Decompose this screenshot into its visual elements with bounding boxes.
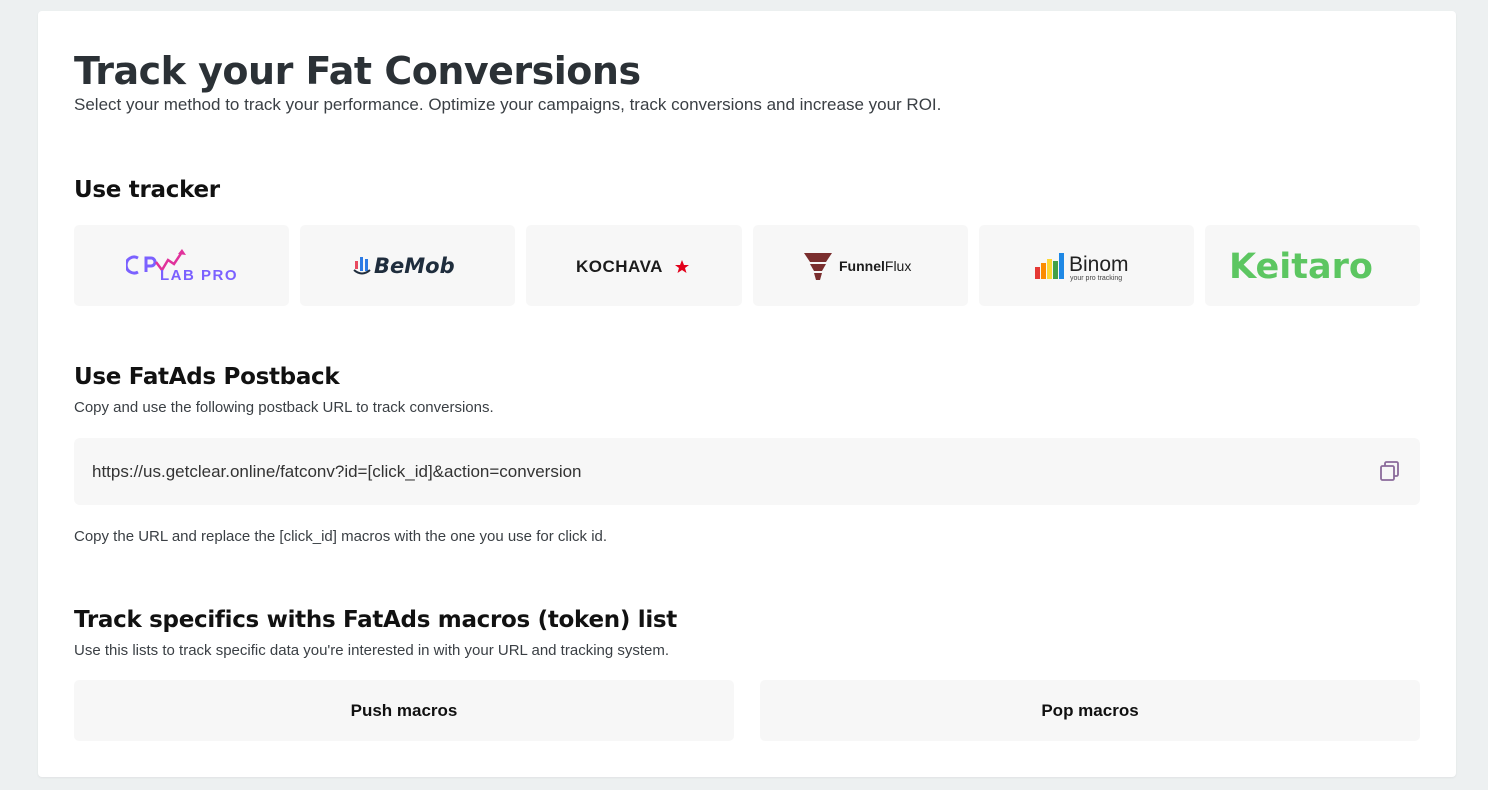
- svg-text:FunnelFlux: FunnelFlux: [839, 258, 911, 274]
- kochava-logo-text: KOCHAVA: [576, 257, 663, 276]
- postback-note: Copy the URL and replace the [click_id] …: [74, 528, 608, 545]
- postback-description: Copy and use the following postback URL …: [74, 399, 494, 416]
- cpvlab-logo-text: LAB PRO: [160, 267, 238, 284]
- page-title: Track your Fat Conversions: [74, 49, 641, 93]
- tracker-keitaro[interactable]: Keitaro: [1204, 225, 1421, 306]
- tracker-funnelflux[interactable]: FunnelFlux: [752, 225, 968, 306]
- funnelflux-logo: FunnelFlux: [804, 252, 911, 280]
- binom-logo-tagline: your pro tracking: [1070, 275, 1122, 282]
- binom-logo-text: Binom: [1069, 253, 1129, 276]
- tracker-kochava[interactable]: KOCHAVA: [526, 225, 742, 306]
- funnelflux-logo-light: Flux: [885, 258, 911, 274]
- page-subtitle: Select your method to track your perform…: [74, 95, 942, 114]
- postback-url-box[interactable]: https://us.getclear.online/fatconv?id=[c…: [74, 438, 1420, 505]
- bemob-logo: BeMob: [353, 254, 455, 278]
- postback-url[interactable]: https://us.getclear.online/fatconv?id=[c…: [92, 462, 582, 482]
- copy-button[interactable]: [1378, 459, 1402, 483]
- binom-logo: Binom your pro tracking: [1035, 252, 1129, 282]
- tracker-bemob[interactable]: BeMob: [300, 225, 516, 306]
- kochava-logo: KOCHAVA: [576, 257, 689, 276]
- star-icon: [674, 259, 689, 273]
- macros-description: Use this lists to track specific data yo…: [74, 642, 670, 659]
- macros-title: Track specifics withs FatAds macros (tok…: [74, 607, 677, 633]
- tracker-list: LAB PRO BeMob KOCHAVA FunnelFlux Binom y…: [74, 225, 1421, 306]
- keitaro-logo: Keitaro: [1229, 247, 1373, 287]
- postback-title: Use FatAds Postback: [74, 364, 340, 390]
- pop-macros-button[interactable]: Pop macros: [760, 680, 1420, 741]
- cpvlab-logo: LAB PRO: [125, 248, 238, 284]
- copy-icon: [1380, 461, 1399, 481]
- push-macros-button[interactable]: Push macros: [74, 680, 734, 741]
- tracker-binom[interactable]: Binom your pro tracking: [978, 225, 1194, 306]
- funnelflux-logo-bold: Funnel: [839, 258, 885, 274]
- bemob-logo-text: BeMob: [374, 254, 455, 278]
- tracker-cpvlab[interactable]: LAB PRO: [74, 225, 290, 306]
- main-card: Track your Fat Conversions Select your m…: [38, 11, 1456, 777]
- keitaro-logo-text: Keitaro: [1229, 247, 1373, 287]
- use-tracker-title: Use tracker: [74, 177, 220, 203]
